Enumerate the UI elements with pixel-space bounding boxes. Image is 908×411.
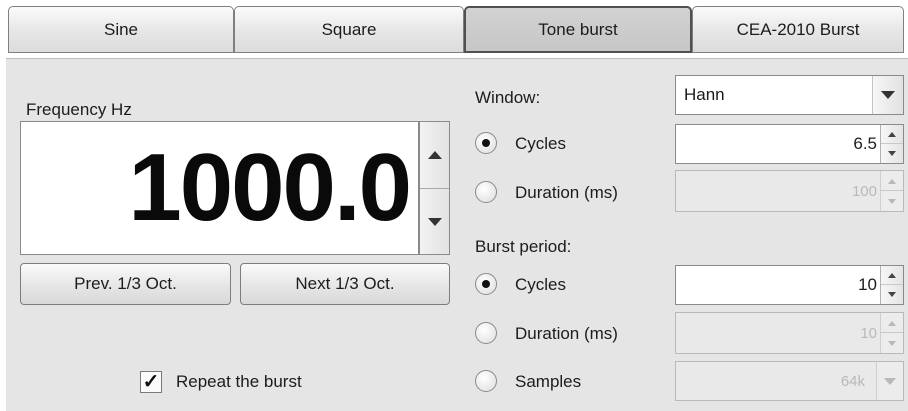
triangle-up-icon bbox=[427, 151, 442, 159]
triangle-down-icon bbox=[888, 198, 896, 204]
tab-square[interactable]: Square bbox=[234, 6, 464, 53]
window-select[interactable]: Hann bbox=[675, 75, 904, 115]
tab-label: Square bbox=[321, 19, 377, 39]
window-label: Window: bbox=[475, 88, 541, 107]
window-duration-label: Duration (ms) bbox=[515, 183, 618, 202]
window-duration-field[interactable]: 100 bbox=[675, 170, 904, 212]
burst-cycles-down[interactable] bbox=[881, 284, 903, 304]
window-dropdown-button[interactable] bbox=[872, 76, 903, 114]
frequency-display[interactable]: 1000.0 bbox=[20, 121, 419, 255]
burst-samples-radio[interactable] bbox=[475, 370, 497, 392]
triangle-down-icon bbox=[888, 292, 896, 297]
window-cycles-up[interactable] bbox=[881, 125, 903, 144]
tab-label: Tone burst bbox=[538, 19, 618, 39]
burst-duration-stepper bbox=[880, 313, 903, 353]
burst-duration-value: 10 bbox=[860, 324, 877, 342]
repeat-burst-label: Repeat the burst bbox=[176, 372, 302, 391]
triangle-down-icon bbox=[427, 218, 442, 226]
frequency-stepper[interactable] bbox=[419, 121, 450, 255]
prev-third-octave-button[interactable]: Prev. 1/3 Oct. bbox=[20, 263, 231, 305]
chevron-down-icon bbox=[884, 377, 896, 385]
next-third-octave-button[interactable]: Next 1/3 Oct. bbox=[240, 263, 450, 305]
tab-label: CEA-2010 Burst bbox=[736, 19, 860, 39]
chevron-down-icon bbox=[881, 91, 895, 99]
burst-duration-down bbox=[881, 332, 903, 353]
burst-cycles-field[interactable]: 10 bbox=[675, 265, 904, 305]
checkmark-icon: ✓ bbox=[142, 371, 160, 393]
burst-cycles-value: 10 bbox=[858, 275, 877, 294]
frequency-decrement-button[interactable] bbox=[420, 189, 449, 255]
window-cycles-field[interactable]: 6.5 bbox=[675, 124, 904, 164]
window-cycles-value: 6.5 bbox=[853, 134, 877, 153]
frequency-label: Frequency Hz bbox=[26, 100, 132, 119]
window-duration-value: 100 bbox=[851, 182, 877, 200]
next-third-octave-label: Next 1/3 Oct. bbox=[295, 274, 395, 293]
radio-selected-dot bbox=[482, 280, 490, 288]
burst-cycles-label: Cycles bbox=[515, 275, 567, 294]
window-select-value: Hann bbox=[684, 85, 725, 104]
window-duration-radio[interactable] bbox=[475, 181, 497, 203]
prev-third-octave-label: Prev. 1/3 Oct. bbox=[74, 274, 177, 293]
frequency-increment-button[interactable] bbox=[420, 122, 449, 188]
burst-samples-value: 64k bbox=[840, 372, 865, 390]
burst-duration-field[interactable]: 10 bbox=[675, 312, 904, 354]
burst-samples-dropdown-button bbox=[876, 362, 903, 400]
tab-bar: Sine Square Tone burst CEA-2010 Burst bbox=[8, 6, 908, 55]
burst-cycles-up[interactable] bbox=[881, 266, 903, 285]
triangle-up-icon bbox=[888, 178, 896, 184]
triangle-down-icon bbox=[888, 340, 896, 346]
burst-samples-label: Samples bbox=[515, 372, 582, 391]
tab-label: Sine bbox=[103, 19, 139, 39]
window-cycles-stepper[interactable] bbox=[880, 125, 903, 163]
burst-duration-radio[interactable] bbox=[475, 322, 497, 344]
repeat-burst-checkbox[interactable]: ✓ bbox=[140, 371, 162, 393]
burst-duration-label: Duration (ms) bbox=[515, 324, 618, 343]
tab-cea-2010-burst[interactable]: CEA-2010 Burst bbox=[692, 6, 904, 53]
triangle-up-icon bbox=[888, 320, 896, 326]
window-cycles-label: Cycles bbox=[515, 134, 567, 153]
burst-cycles-radio[interactable] bbox=[475, 273, 497, 295]
window-duration-stepper bbox=[880, 171, 903, 211]
tab-sine[interactable]: Sine bbox=[8, 6, 234, 53]
burst-samples-select[interactable]: 64k bbox=[675, 361, 904, 401]
burst-cycles-stepper[interactable] bbox=[880, 266, 903, 304]
triangle-down-icon bbox=[888, 151, 896, 156]
burst-duration-up bbox=[881, 313, 903, 333]
window-duration-down bbox=[881, 190, 903, 211]
burst-period-label: Burst period: bbox=[475, 237, 572, 256]
radio-selected-dot bbox=[482, 139, 490, 147]
triangle-up-icon bbox=[888, 132, 896, 137]
window-duration-up bbox=[881, 171, 903, 191]
window-cycles-down[interactable] bbox=[881, 143, 903, 163]
window-cycles-radio[interactable] bbox=[475, 132, 497, 154]
triangle-up-icon bbox=[888, 273, 896, 278]
tab-tone-burst[interactable]: Tone burst bbox=[464, 6, 692, 53]
frequency-value: 1000.0 bbox=[128, 134, 412, 241]
